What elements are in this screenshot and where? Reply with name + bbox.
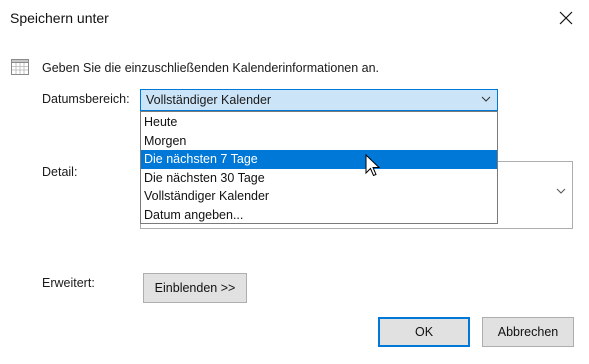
date-range-option-today[interactable]: Heute bbox=[141, 113, 497, 132]
cancel-button[interactable]: Abbrechen bbox=[482, 317, 574, 347]
date-range-dropdown-list: Heute Morgen Die nächsten 7 Tage Die näc… bbox=[140, 111, 498, 224]
chevron-down-icon bbox=[556, 188, 566, 194]
close-icon bbox=[559, 11, 573, 25]
chevron-down-icon bbox=[481, 96, 491, 102]
date-range-option-specify-date[interactable]: Datum angeben... bbox=[141, 206, 497, 225]
date-range-label: Datumsbereich: bbox=[42, 92, 130, 106]
date-range-option-next-7-days[interactable]: Die nächsten 7 Tage bbox=[141, 150, 497, 169]
date-range-selected-value: Vollständiger Kalender bbox=[146, 93, 272, 107]
intro-text: Geben Sie die einzuschließenden Kalender… bbox=[42, 61, 380, 75]
show-advanced-button[interactable]: Einblenden >> bbox=[143, 273, 247, 303]
calendar-icon bbox=[11, 59, 29, 75]
advanced-label: Erweitert: bbox=[42, 276, 95, 290]
dialog-title: Speichern unter bbox=[10, 10, 109, 26]
close-button[interactable] bbox=[543, 0, 589, 36]
date-range-combobox[interactable]: Vollständiger Kalender bbox=[140, 89, 498, 111]
date-range-option-tomorrow[interactable]: Morgen bbox=[141, 132, 497, 151]
ok-button[interactable]: OK bbox=[378, 317, 470, 347]
date-range-option-next-30-days[interactable]: Die nächsten 30 Tage bbox=[141, 169, 497, 188]
title-bar: Speichern unter bbox=[0, 0, 589, 36]
mouse-cursor-icon bbox=[365, 154, 381, 177]
date-range-option-full-calendar[interactable]: Vollständiger Kalender bbox=[141, 187, 497, 206]
detail-label: Detail: bbox=[42, 165, 78, 179]
